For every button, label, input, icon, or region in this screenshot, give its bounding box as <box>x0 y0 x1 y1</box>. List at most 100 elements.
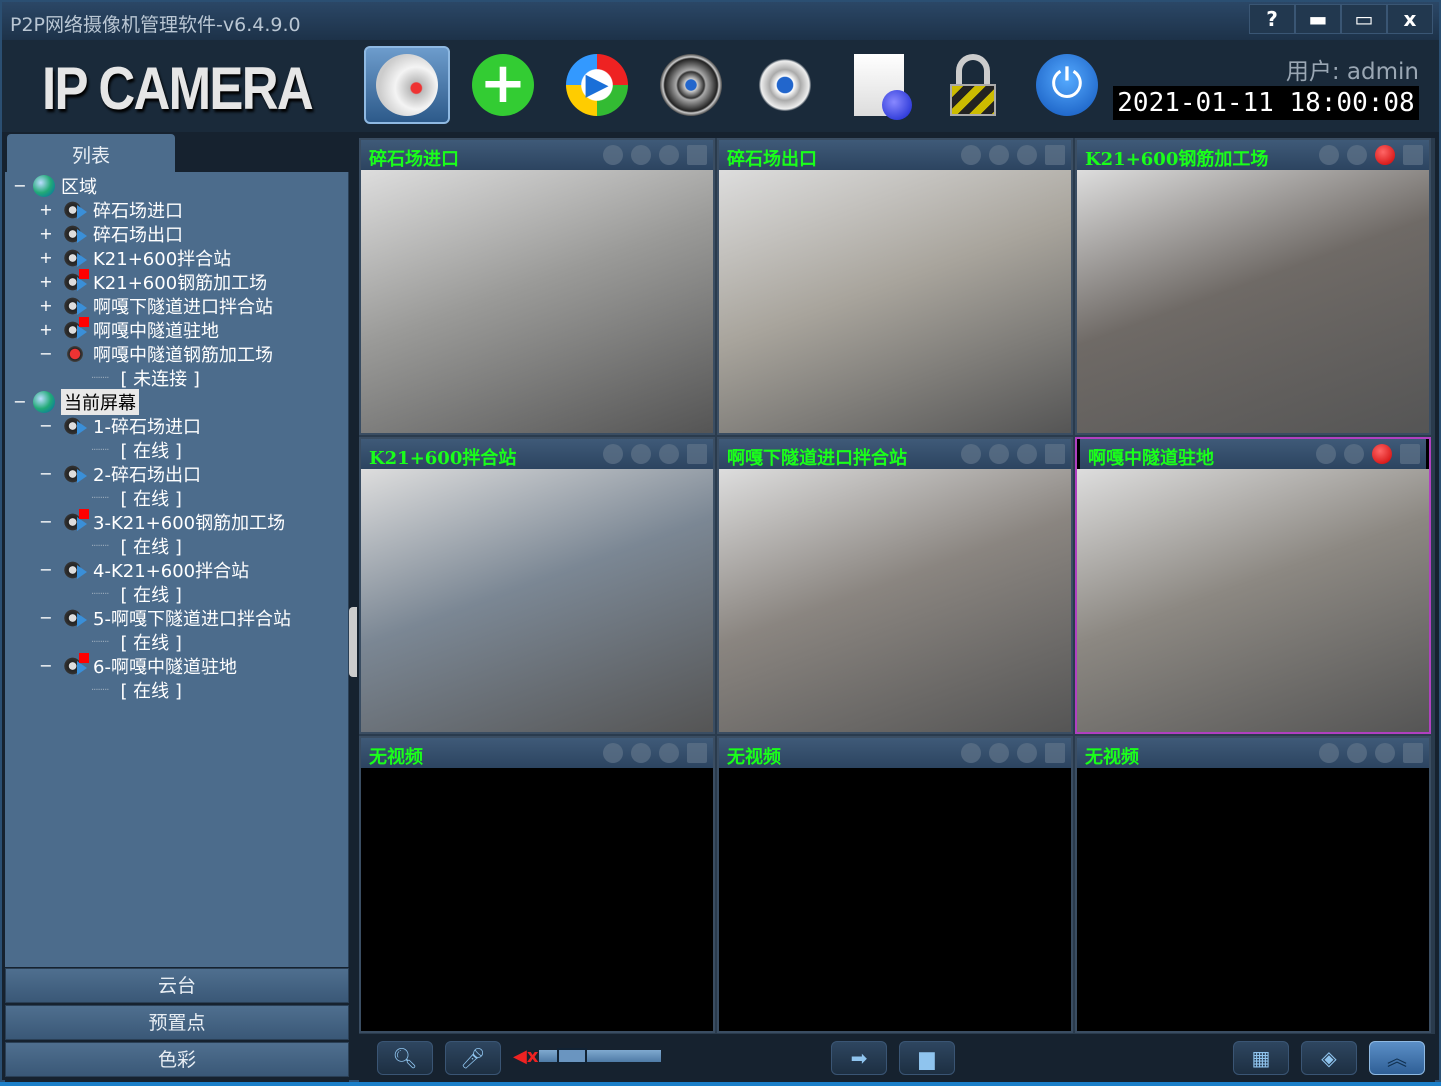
settings-button[interactable] <box>742 46 828 124</box>
tree-expander[interactable]: − <box>13 176 27 195</box>
volume-knob[interactable] <box>557 1048 587 1064</box>
tree-expander[interactable]: − <box>39 560 53 579</box>
video-cell[interactable]: 啊嘎中隧道驻地 <box>1075 437 1431 734</box>
alarm-icon[interactable] <box>659 743 679 763</box>
lock-button[interactable] <box>930 46 1016 124</box>
video-cell[interactable]: 无视频 <box>1075 736 1431 1033</box>
snapshot-button[interactable]: ▆ <box>899 1041 955 1075</box>
maximize-button[interactable]: ▭ <box>1341 4 1387 34</box>
record-icon[interactable] <box>1403 145 1423 165</box>
tree-item[interactable]: 啊嘎中隧道驻地 <box>63 317 219 342</box>
video-cell[interactable]: 无视频 <box>359 736 715 1033</box>
tab-list[interactable]: 列表 <box>7 134 175 172</box>
mute-icon[interactable]: ◀x <box>513 1046 538 1067</box>
tree-expander[interactable]: − <box>39 512 53 531</box>
tree-expander[interactable]: − <box>39 656 53 675</box>
tree-item[interactable]: 啊嘎中隧道钢筋加工场 <box>63 342 273 366</box>
alarm-icon[interactable] <box>1375 743 1395 763</box>
speaker-icon[interactable] <box>631 444 651 464</box>
video-cell[interactable]: 碎石场进口 <box>359 138 715 435</box>
tree-item[interactable]: 2-碎石场出口 <box>63 462 201 486</box>
video-cell[interactable]: K21+600拌合站 <box>359 437 715 734</box>
tree-item[interactable]: K21+600拌合站 <box>63 246 231 270</box>
tree-item[interactable]: 1-碎石场进口 <box>63 414 201 438</box>
layout-button[interactable]: ▦ <box>1233 1041 1289 1075</box>
record-icon[interactable] <box>1045 743 1065 763</box>
collapse-button[interactable]: ︽ <box>1369 1041 1425 1075</box>
tree-expander[interactable]: + <box>39 248 53 267</box>
video-cell[interactable]: 碎石场出口 <box>717 138 1073 435</box>
tree-item[interactable]: 区域 <box>33 174 97 198</box>
tree-expander[interactable]: − <box>39 464 53 483</box>
record-icon[interactable] <box>1403 743 1423 763</box>
alarm-icon[interactable] <box>659 444 679 464</box>
camera-view-button[interactable] <box>364 46 450 124</box>
microphone-icon[interactable] <box>603 743 623 763</box>
tree-item[interactable]: 6-啊嘎中隧道驻地 <box>63 653 237 678</box>
tree-item[interactable]: 4-K21+600拌合站 <box>63 558 249 582</box>
speaker-icon[interactable] <box>1344 444 1364 464</box>
speaker-icon[interactable] <box>631 145 651 165</box>
alarm-icon[interactable] <box>1017 444 1037 464</box>
record-icon[interactable] <box>1045 444 1065 464</box>
ptz-button[interactable] <box>648 46 734 124</box>
close-button[interactable]: x <box>1387 4 1433 34</box>
tree-expander[interactable]: − <box>13 392 27 411</box>
microphone-icon[interactable] <box>603 145 623 165</box>
speaker-icon[interactable] <box>1347 743 1367 763</box>
tree-item[interactable]: 3-K21+600钢筋加工场 <box>63 509 285 534</box>
preset-panel-button[interactable]: 预置点 <box>5 1005 349 1040</box>
log-button[interactable] <box>836 46 922 124</box>
add-device-button[interactable]: + <box>460 46 546 124</box>
speaker-icon[interactable] <box>989 444 1009 464</box>
record-icon[interactable] <box>687 743 707 763</box>
minimize-button[interactable]: ▬ <box>1295 4 1341 34</box>
tree-expander[interactable]: + <box>39 224 53 243</box>
tree-expander[interactable]: + <box>39 320 53 339</box>
video-cell[interactable]: K21+600钢筋加工场 <box>1075 138 1431 435</box>
record-icon[interactable] <box>1400 444 1420 464</box>
tree-expander[interactable]: + <box>39 296 53 315</box>
microphone-icon[interactable] <box>1316 444 1336 464</box>
speaker-icon[interactable] <box>631 743 651 763</box>
power-button[interactable]: ⏻ <box>1024 46 1110 124</box>
video-cell[interactable]: 啊嘎下隧道进口拌合站 <box>717 437 1073 734</box>
record-icon[interactable] <box>687 145 707 165</box>
microphone-icon[interactable] <box>1319 145 1339 165</box>
zoom-button[interactable]: 🔍︎ <box>377 1041 433 1075</box>
tree-item[interactable]: 5-啊嘎下隧道进口拌合站 <box>63 606 291 630</box>
alarm-icon[interactable] <box>1017 743 1037 763</box>
tree-expander[interactable]: + <box>39 200 53 219</box>
alarm-icon[interactable] <box>1375 145 1395 165</box>
record-button[interactable]: ➡ <box>831 1041 887 1075</box>
sidebar-collapse-handle[interactable] <box>349 607 357 677</box>
ptz-direction-button[interactable]: ◈ <box>1301 1041 1357 1075</box>
speaker-icon[interactable] <box>989 145 1009 165</box>
tree-item[interactable]: 碎石场出口 <box>63 222 183 246</box>
tree-item[interactable]: 当前屏幕 <box>33 389 139 415</box>
tree-expander[interactable]: − <box>39 416 53 435</box>
tree-item[interactable]: 啊嘎下隧道进口拌合站 <box>63 294 273 318</box>
video-cell[interactable]: 无视频 <box>717 736 1073 1033</box>
microphone-icon[interactable] <box>961 743 981 763</box>
tree-expander[interactable]: − <box>39 344 53 363</box>
speaker-icon[interactable] <box>989 743 1009 763</box>
help-button[interactable]: ? <box>1249 4 1295 34</box>
microphone-icon[interactable] <box>1319 743 1339 763</box>
alarm-icon[interactable] <box>659 145 679 165</box>
microphone-icon[interactable] <box>961 444 981 464</box>
record-icon[interactable] <box>1045 145 1065 165</box>
tree-item[interactable]: 碎石场进口 <box>63 198 183 222</box>
tree-expander[interactable]: − <box>39 608 53 627</box>
microphone-icon[interactable] <box>961 145 981 165</box>
color-panel-button[interactable]: 色彩 <box>5 1042 349 1077</box>
ptz-panel-button[interactable]: 云台 <box>5 968 349 1003</box>
record-icon[interactable] <box>687 444 707 464</box>
alarm-icon[interactable] <box>1372 444 1392 464</box>
alarm-icon[interactable] <box>1017 145 1037 165</box>
playback-button[interactable]: ▶ <box>554 46 640 124</box>
tree-item[interactable]: K21+600钢筋加工场 <box>63 269 267 294</box>
speaker-icon[interactable] <box>1347 145 1367 165</box>
tree-expander[interactable]: + <box>39 272 53 291</box>
microphone-icon[interactable] <box>603 444 623 464</box>
